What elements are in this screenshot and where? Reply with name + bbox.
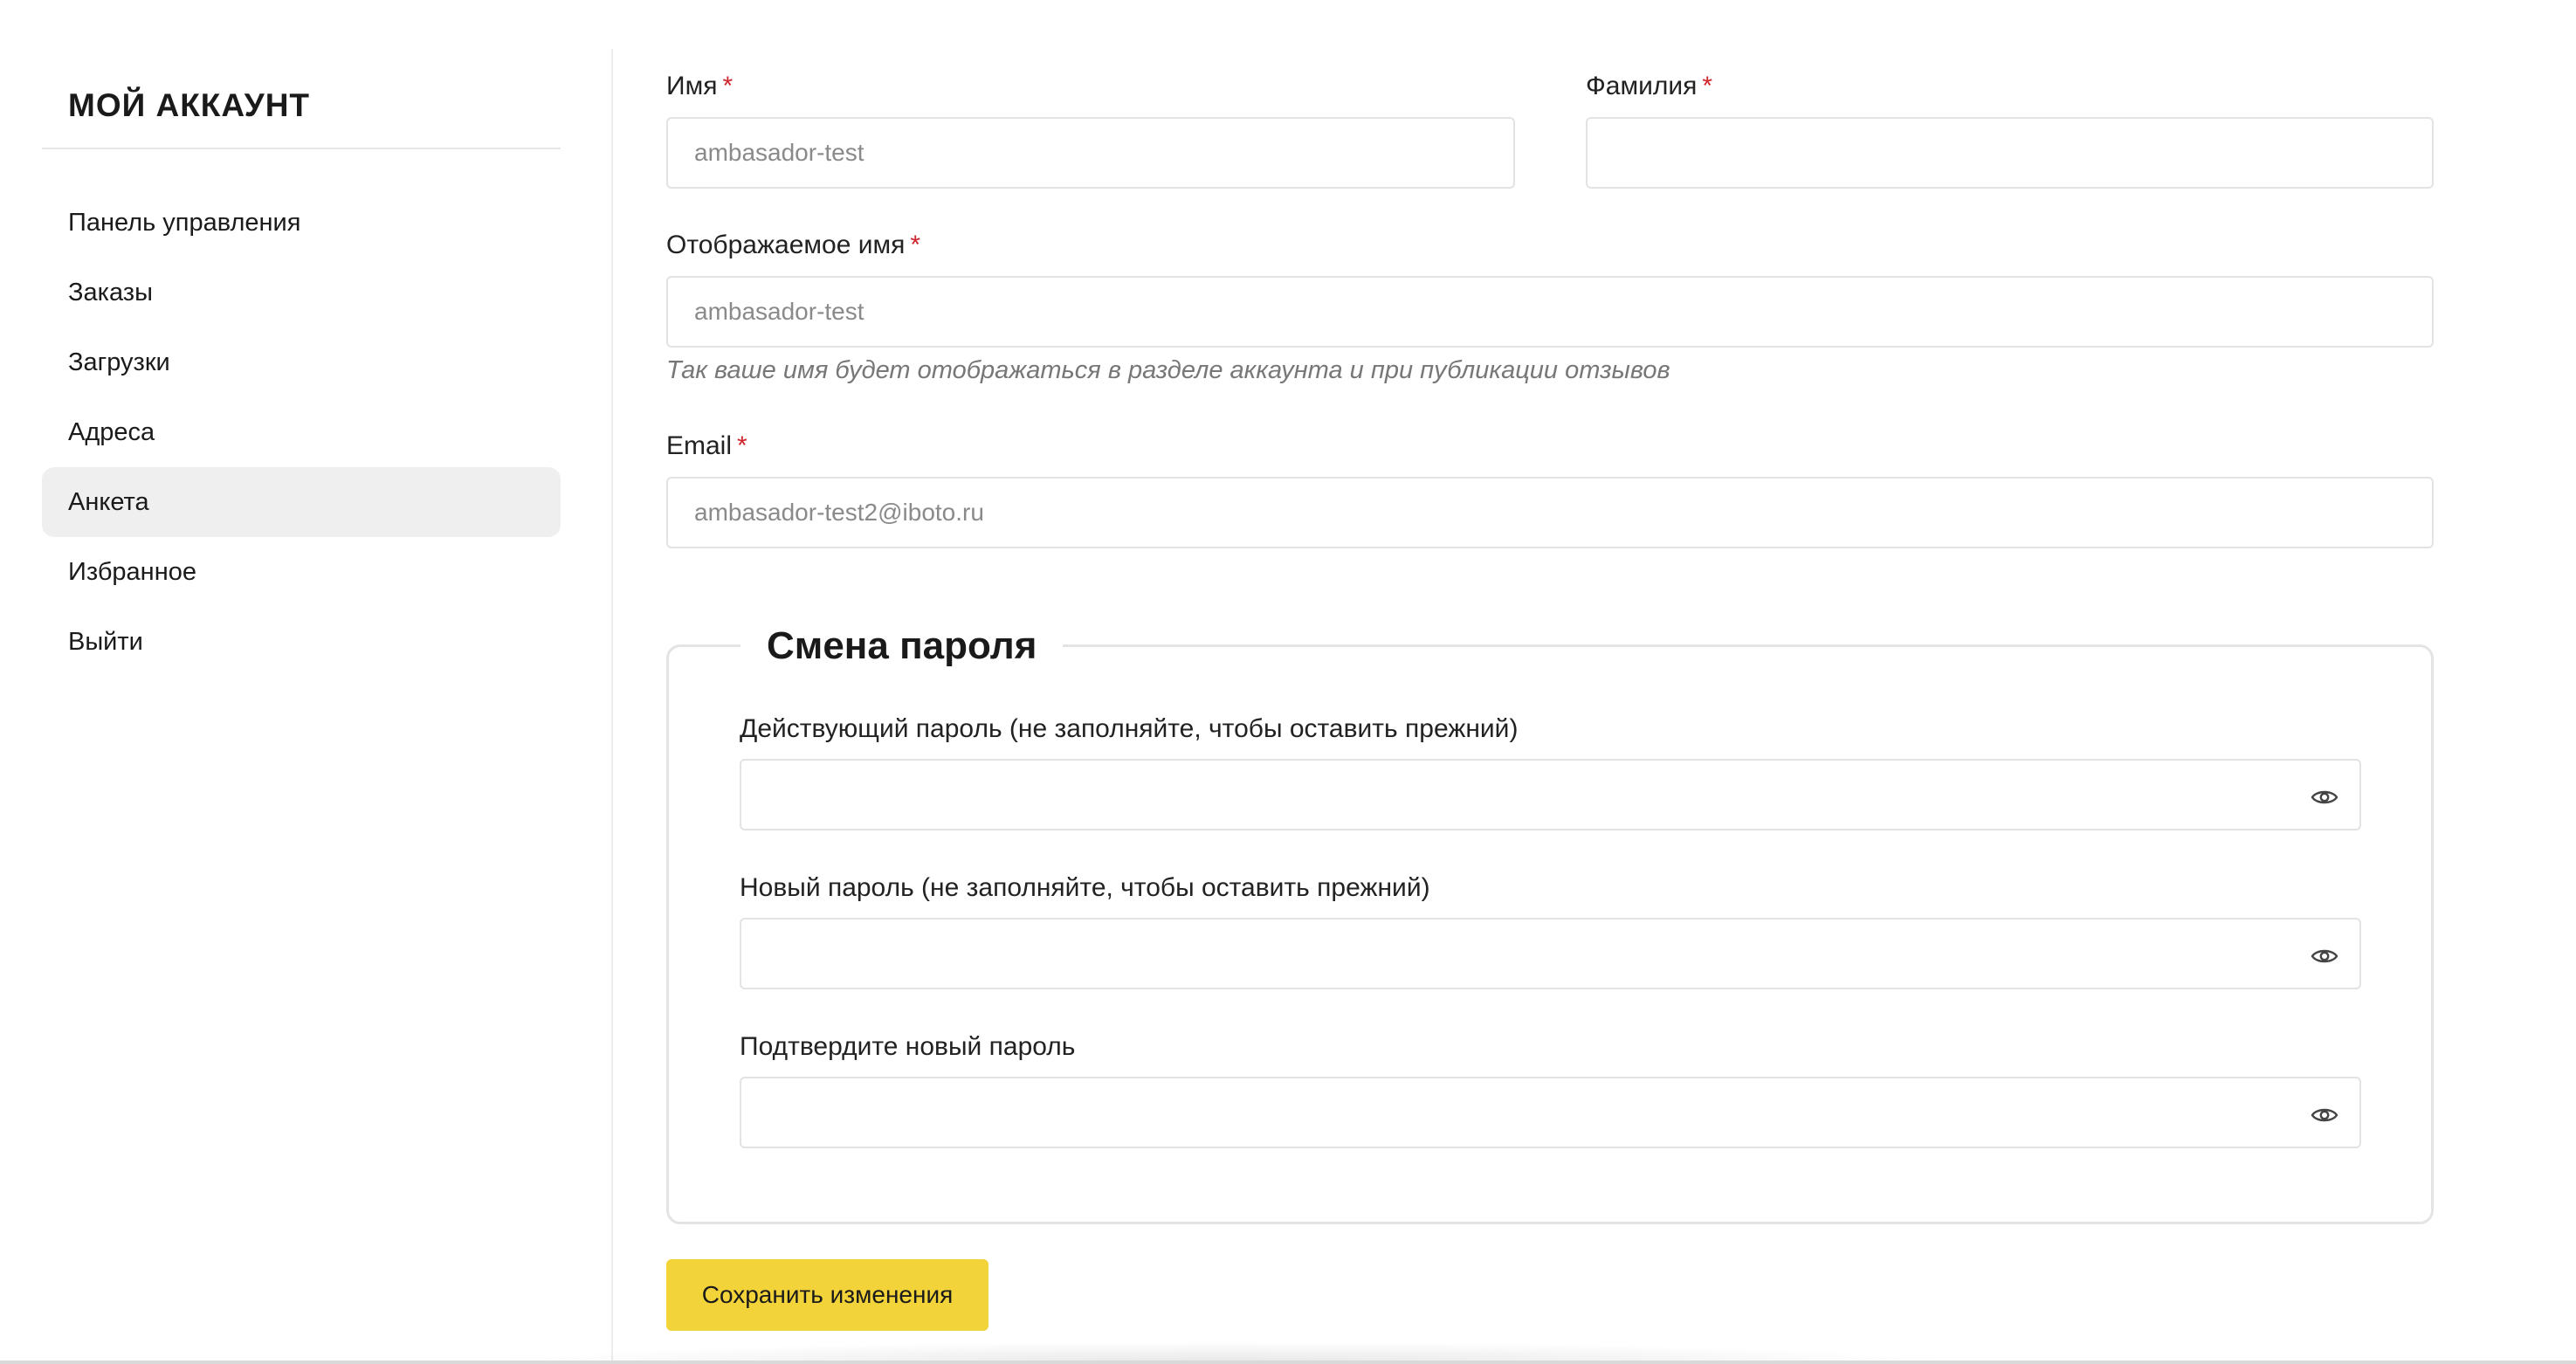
display-name-value: ambasador-test — [694, 298, 864, 325]
sidebar-item-logout[interactable]: Выйти — [42, 607, 561, 677]
required-mark: * — [737, 431, 747, 460]
bottom-edge — [0, 1361, 2576, 1364]
current-password-input[interactable] — [740, 759, 2361, 830]
new-password-label: Новый пароль (не заполняйте, чтобы остав… — [740, 873, 1430, 902]
email-value: ambasador-test2@iboto.ru — [694, 499, 984, 526]
sidebar-item-dashboard[interactable]: Панель управления — [42, 188, 561, 258]
first-name-value: ambasador-test — [694, 139, 864, 166]
current-password-label: Действующий пароль (не заполняйте, чтобы… — [740, 714, 1519, 743]
sidebar-item-profile[interactable]: Анкета — [42, 467, 561, 537]
sidebar-item-orders[interactable]: Заказы — [42, 258, 561, 327]
confirm-password-label: Подтвердите новый пароль — [740, 1032, 1076, 1061]
display-name-label-text: Отображаемое имя — [666, 231, 906, 259]
eye-icon[interactable] — [2311, 785, 2338, 804]
eye-icon[interactable] — [2311, 1103, 2338, 1122]
first-name-label: Имя * — [666, 73, 733, 100]
display-name-label: Отображаемое имя * — [666, 232, 920, 258]
last-name-input[interactable] — [1586, 117, 2434, 189]
last-name-label: Фамилия * — [1586, 73, 1712, 100]
required-mark: * — [1702, 72, 1713, 100]
sidebar-item-downloads[interactable]: Загрузки — [42, 327, 561, 397]
display-name-input[interactable]: ambasador-test — [666, 276, 2434, 348]
sidebar-item-addresses[interactable]: Адреса — [42, 397, 561, 467]
email-label: Email * — [666, 433, 747, 459]
display-name-hint: Так ваше имя будет отображаться в раздел… — [666, 356, 1670, 384]
email-input[interactable]: ambasador-test2@iboto.ru — [666, 477, 2434, 548]
account-sidebar: МОЙ АККАУНТ Панель управления Заказы Заг… — [42, 49, 561, 677]
sidebar-separator — [611, 49, 613, 1364]
sidebar-title: МОЙ АККАУНТ — [68, 87, 311, 123]
password-change-legend: Смена пароля — [740, 622, 1064, 671]
account-page: МОЙ АККАУНТ Панель управления Заказы Заг… — [0, 0, 2576, 1364]
confirm-password-input[interactable] — [740, 1077, 2361, 1148]
sidebar-divider — [42, 148, 561, 149]
eye-icon[interactable] — [2311, 944, 2338, 963]
first-name-label-text: Имя — [666, 72, 718, 100]
required-mark: * — [722, 72, 734, 100]
required-mark: * — [910, 231, 921, 259]
sidebar-item-favorites[interactable]: Избранное — [42, 537, 561, 607]
last-name-label-text: Фамилия — [1586, 72, 1698, 100]
email-label-text: Email — [666, 431, 733, 460]
save-changes-button[interactable]: Сохранить изменения — [666, 1259, 988, 1331]
new-password-input[interactable] — [740, 918, 2361, 989]
sidebar-nav: Панель управления Заказы Загрузки Адреса… — [42, 188, 561, 677]
first-name-input[interactable]: ambasador-test — [666, 117, 1515, 189]
